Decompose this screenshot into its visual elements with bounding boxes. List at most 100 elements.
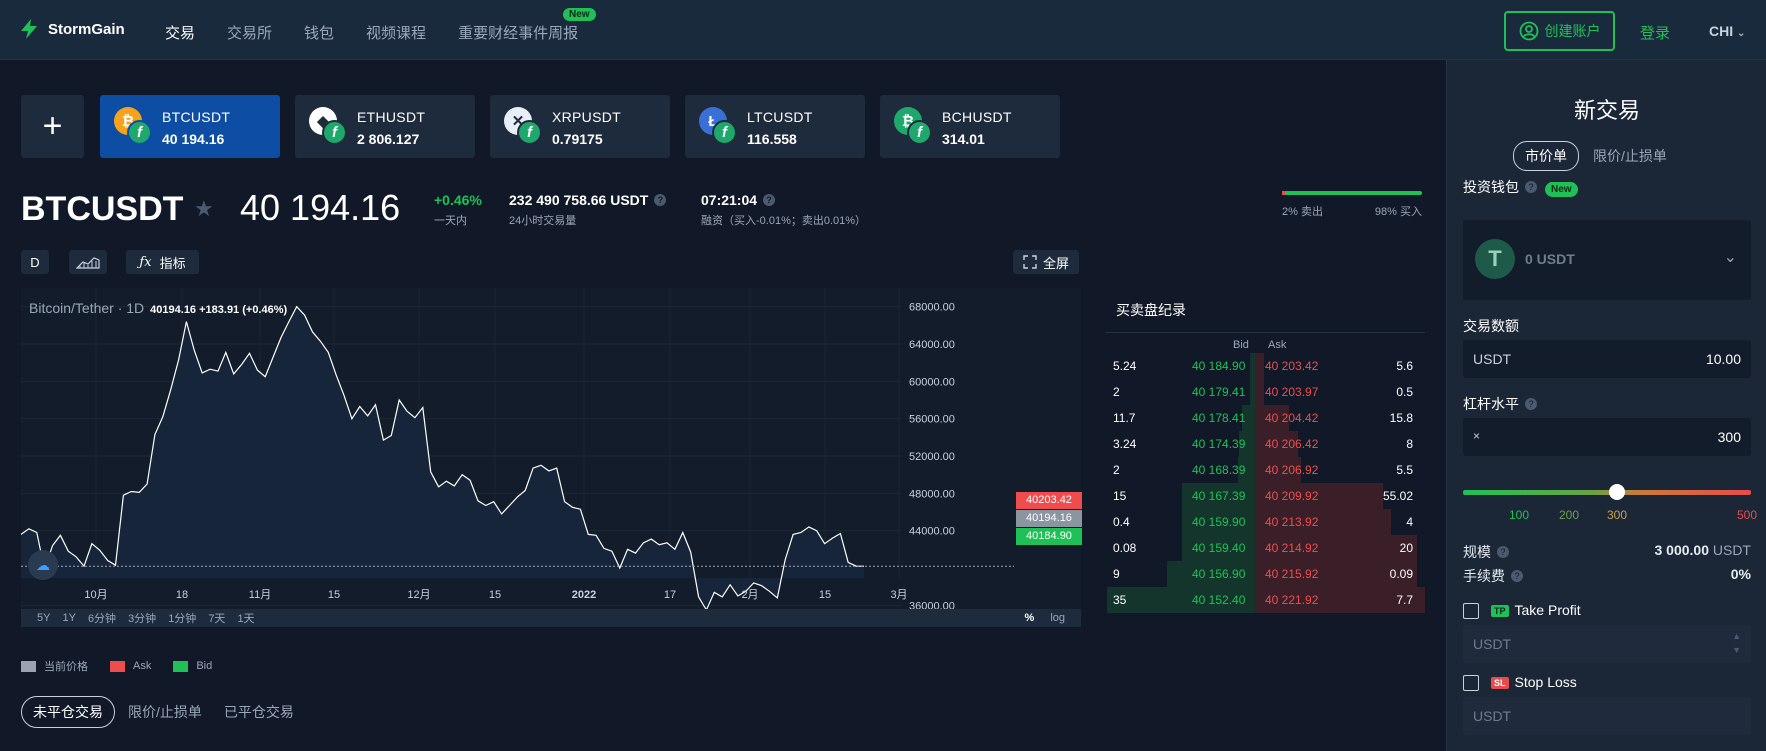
tab-market-order[interactable]: 市价单 [1513, 141, 1579, 171]
help-icon[interactable]: ? [1511, 570, 1523, 582]
take-profit-input[interactable]: USDT ▲ ▼ [1463, 625, 1751, 663]
leverage-slider-handle[interactable] [1609, 484, 1625, 500]
nav-item-trade[interactable]: 交易 [165, 22, 195, 43]
indicators-button[interactable]: ƒx 指标 [126, 250, 199, 274]
order-book-row: 3.24 40 174.39 40 206.42 8 [1105, 431, 1425, 457]
create-account-label: 创建账户 [1544, 23, 1601, 39]
order-book-row: 0.4 40 159.90 40 213.92 4 [1105, 509, 1425, 535]
ask-price: 40 206.92 [1265, 463, 1319, 477]
ticker-card-xrpusdt[interactable]: ✕ f XRPUSDT 0.79175 [490, 95, 670, 158]
order-book-row: 11.7 40 178.41 40 204.42 15.8 [1105, 405, 1425, 431]
range-7d[interactable]: 7天 [208, 610, 225, 626]
log-scale-toggle[interactable]: log [1050, 612, 1065, 624]
main-nav: 交易 交易所 钱包 视频课程 重要财经事件周报 [165, 22, 610, 43]
nav-item-exchange[interactable]: 交易所 [227, 22, 272, 43]
ask-price: 40 214.92 [1265, 541, 1319, 555]
help-icon[interactable]: ? [1525, 398, 1537, 410]
chevron-down-icon: ⌄ [1737, 28, 1746, 39]
tab-open-trades[interactable]: 未平仓交易 [21, 696, 115, 728]
tab-limit-orders[interactable]: 限价/止损单 [128, 702, 202, 722]
range-1min[interactable]: 1分钟 [168, 610, 196, 626]
leverage-mark-200[interactable]: 200 [1559, 508, 1579, 522]
y-tick-label: 44000.00 [909, 526, 955, 538]
size-label: 规模 [1463, 544, 1491, 560]
range-1y[interactable]: 1Y [62, 612, 75, 624]
range-6min[interactable]: 6分钟 [88, 610, 116, 626]
last-price-tag: 40194.16 [1016, 510, 1082, 527]
help-icon[interactable]: ? [654, 194, 667, 206]
ticker-card-ltcusdt[interactable]: Ł f LTCUSDT 116.558 [685, 95, 865, 158]
stop-loss-input[interactable]: USDT [1463, 697, 1751, 735]
instrument-price: 40 194.16 [240, 187, 401, 228]
amount-input[interactable]: USDT 10.00 [1463, 340, 1751, 378]
language-selector[interactable]: CHI ⌄ [1709, 23, 1745, 39]
nav-item-wallet[interactable]: 钱包 [304, 22, 334, 43]
bid-volume: 5.24 [1113, 359, 1137, 373]
take-profit-checkbox[interactable] [1463, 603, 1479, 619]
bid-price: 40 159.40 [1192, 541, 1246, 555]
expand-icon [1023, 255, 1037, 269]
ask-price: 40 206.42 [1265, 437, 1319, 451]
bid-volume: 9 [1113, 567, 1120, 581]
percent-scale-toggle[interactable]: % [1025, 612, 1035, 624]
stop-loss-checkbox[interactable] [1463, 675, 1479, 691]
nav-item-video-courses[interactable]: 视频课程 [366, 22, 426, 43]
legend-swatch [21, 660, 36, 672]
tab-limit-stop-order[interactable]: 限价/止损单 [1593, 146, 1667, 166]
leverage-mark-300[interactable]: 300 [1607, 508, 1627, 522]
login-link[interactable]: 登录 [1640, 22, 1670, 43]
x-tick-label: 2月 [741, 589, 758, 601]
ask-volume: 55.02 [1382, 489, 1413, 503]
nav-item-weekly-events[interactable]: 重要财经事件周报 [458, 22, 578, 43]
range-1d[interactable]: 1天 [237, 610, 254, 626]
bid-price: 40 178.41 [1192, 411, 1246, 425]
ticker-card-bchusdt[interactable]: ₿ f BCHUSDT 314.01 [880, 95, 1060, 158]
stormgain-logo[interactable]: StormGain [18, 18, 125, 40]
order-book-row: 15 40 167.39 40 209.92 55.02 [1105, 483, 1425, 509]
user-icon [1519, 21, 1538, 41]
help-icon[interactable]: ? [1525, 181, 1537, 193]
leverage-input[interactable]: × 300 [1463, 418, 1751, 456]
legend-swatch [110, 660, 125, 672]
ask-volume: 5.5 [1396, 463, 1413, 477]
leverage-slider-track[interactable] [1463, 490, 1751, 495]
leverage-mark-500[interactable]: 500 [1737, 508, 1757, 522]
new-trade-title: 新交易 [1573, 98, 1640, 123]
add-instrument-button[interactable]: + [21, 95, 84, 158]
amount-label: 交易数额 [1463, 318, 1519, 334]
ask-price: 40 215.92 [1265, 567, 1319, 581]
help-icon[interactable]: ? [763, 194, 776, 206]
help-icon[interactable]: ? [1497, 546, 1509, 558]
order-book-header: Bid Ask [1105, 333, 1425, 353]
range-3min[interactable]: 3分钟 [128, 610, 156, 626]
ask-volume: 5.6 [1396, 359, 1413, 373]
x-tick-label: 15 [489, 589, 501, 601]
leverage-mark-100[interactable]: 100 [1509, 508, 1529, 522]
price-chart[interactable]: 68000.00 64000.00 60000.00 56000.00 52000.00… [20, 288, 1081, 624]
wallet-selector[interactable]: T 0 USDT ⌄ [1463, 220, 1751, 300]
tab-closed-trades[interactable]: 已平仓交易 [224, 702, 294, 722]
stepper-icon: ▲ ▼ [1732, 631, 1741, 655]
main-panel: + ₿ f BTCUSDT 40 194.16 ◆ f ETHUSDT 2 80… [0, 60, 1446, 751]
ticker-card-btcusdt[interactable]: ₿ f BTCUSDT 40 194.16 [100, 95, 280, 158]
plus-icon: + [42, 107, 63, 145]
ticker-card-ethusdt[interactable]: ◆ f ETHUSDT 2 806.127 [295, 95, 475, 158]
area-chart-icon [76, 257, 100, 269]
ask-price: 40 209.92 [1265, 489, 1319, 503]
ask-depth-bar [1255, 379, 1264, 405]
x-tick-label: 12月 [407, 589, 430, 601]
size-value: 3 000.00 [1654, 542, 1709, 558]
interval-button[interactable]: D [21, 250, 49, 274]
change-stat: +0.46% 一天内 [434, 192, 482, 228]
favorite-star-icon[interactable]: ★ [194, 196, 214, 222]
create-account-button[interactable]: 创建账户 [1504, 11, 1615, 51]
fullscreen-button[interactable]: 全屏 [1013, 250, 1079, 274]
bid-price: 40 167.39 [1192, 489, 1246, 503]
chart-type-button[interactable] [69, 250, 107, 274]
ticker-symbol: ETHUSDT [357, 109, 426, 125]
size-unit: USDT [1712, 542, 1751, 558]
tradingview-logo-icon[interactable]: ☁ [28, 550, 58, 580]
ticker-symbol: BTCUSDT [162, 109, 231, 125]
bid-header: Bid [1233, 339, 1249, 351]
range-5y[interactable]: 5Y [37, 612, 50, 624]
